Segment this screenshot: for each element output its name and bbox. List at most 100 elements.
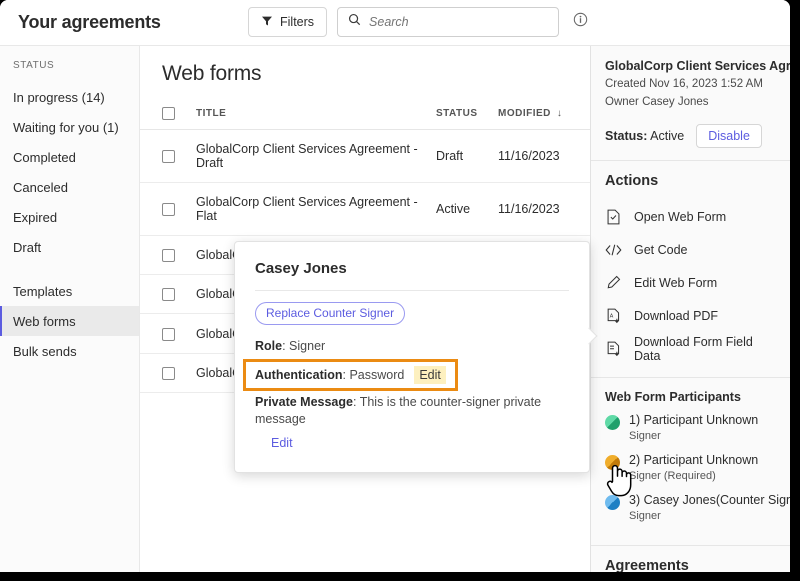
sidebar-item-label: Waiting for you (1) [13,120,119,135]
code-brackets-icon [605,243,622,257]
popup-message-colon: : [353,395,360,409]
edit-private-message-link[interactable]: Edit [271,436,293,450]
search-input[interactable] [369,15,548,29]
status-row: Status: Active Disable [605,124,776,148]
magnifier-icon [348,13,361,31]
action-label: Download PDF [634,309,718,323]
row-title: GlobalCorp Client Services Agreement - F… [196,183,436,236]
document-created: Created Nov 16, 2023 1:52 AM [605,77,776,92]
participant-color-dot [605,495,620,510]
details-panel: GlobalCorp Client Services Agreement Cre… [590,46,790,572]
select-all-header [140,100,196,130]
popup-auth-value: Password [349,368,404,382]
sidebar-item-bulk-sends[interactable]: Bulk sends [0,336,139,366]
row-checkbox[interactable] [162,288,175,301]
edit-authentication-link[interactable]: Edit [414,366,446,384]
participant-row-2[interactable]: 2) Participant Unknown Signer (Required) [605,453,776,484]
funnel-icon [261,15,273,30]
document-owner: Owner Casey Jones [605,95,776,110]
sidebar: STATUS In progress (14) Waiting for you … [0,46,140,572]
section-title: Web forms [140,62,590,100]
action-download-pdf[interactable]: A Download PDF [605,299,776,332]
sidebar-item-label: Web forms [13,314,76,329]
sidebar-item-templates[interactable]: Templates [0,276,139,306]
action-label: Open Web Form [634,210,726,224]
row-select-cell [140,130,196,183]
popup-message-label: Private Message [255,395,353,409]
disable-button[interactable]: Disable [696,124,762,148]
status-text: Status: Active [605,129,684,143]
sidebar-divider-gap [0,262,139,276]
body-region: STATUS In progress (14) Waiting for you … [0,46,790,572]
row-select-cell [140,314,196,353]
action-get-code[interactable]: Get Code [605,233,776,266]
sidebar-item-web-forms[interactable]: Web forms [0,306,139,336]
row-checkbox[interactable] [162,203,175,216]
participant-row-3[interactable]: 3) Casey Jones(Counter Signer) Signer [605,493,776,524]
sidebar-item-canceled[interactable]: Canceled [0,172,139,202]
participant-detail-popup: Casey Jones Replace Counter Signer Role:… [234,241,590,473]
replace-counter-signer-button[interactable]: Replace Counter Signer [255,302,405,325]
participant-role: Signer [629,509,790,524]
sort-descending-icon: ↓ [557,108,563,119]
participant-row-1[interactable]: 1) Participant Unknown Signer [605,413,776,444]
popup-auth-label: Authentication [255,368,343,382]
search-box[interactable] [337,7,559,37]
action-download-form-field-data[interactable]: Download Form Field Data [605,332,776,365]
sidebar-item-label: Canceled [13,180,68,195]
popup-authentication-row: Authentication: Password Edit [255,366,446,384]
participant-name: 1) Participant Unknown [629,413,758,428]
sidebar-item-in-progress[interactable]: In progress (14) [0,82,139,112]
agreements-heading: Agreements [605,558,776,572]
sidebar-item-label: Completed [13,150,76,165]
filters-label: Filters [280,15,314,29]
participant-color-dot [605,415,620,430]
popup-private-message-row: Private Message: This is the counter-sig… [255,394,569,428]
sidebar-item-label: Templates [13,284,72,299]
sidebar-item-draft[interactable]: Draft [0,232,139,262]
main-content: Web forms TITLE STATUS MODIFIED ↓ [140,46,590,572]
table-row[interactable]: GlobalCorp Client Services Agreement - D… [140,130,590,183]
row-checkbox[interactable] [162,150,175,163]
pencil-icon [605,275,622,290]
row-checkbox[interactable] [162,367,175,380]
document-summary-section: GlobalCorp Client Services Agreement Cre… [591,46,790,161]
column-header-modified[interactable]: MODIFIED ↓ [498,100,590,130]
row-checkbox[interactable] [162,328,175,341]
document-check-icon [605,209,622,225]
status-label: Status: [605,129,647,143]
participant-info: 3) Casey Jones(Counter Signer) Signer [629,493,790,524]
column-header-title[interactable]: TITLE [196,100,436,130]
row-modified: 11/16/2023 [498,183,590,236]
select-all-checkbox[interactable] [162,107,175,120]
sidebar-item-completed[interactable]: Completed [0,142,139,172]
participant-info: 2) Participant Unknown Signer (Required) [629,453,758,484]
sidebar-item-label: Draft [13,240,41,255]
row-checkbox[interactable] [162,249,175,262]
status-value: Active [650,129,684,143]
page-title: Your agreements [18,12,161,33]
sidebar-item-waiting-for-you[interactable]: Waiting for you (1) [0,112,139,142]
info-circle-icon[interactable] [573,12,588,32]
sidebar-section-label: STATUS [0,60,139,82]
participant-name: 2) Participant Unknown [629,453,758,468]
row-status: Active [436,183,498,236]
sidebar-item-label: In progress (14) [13,90,105,105]
filters-button[interactable]: Filters [248,7,327,37]
column-header-status[interactable]: STATUS [436,100,498,130]
action-label: Get Code [634,243,688,257]
popup-role-colon: : [282,339,289,353]
row-select-cell [140,183,196,236]
sidebar-item-label: Bulk sends [13,344,77,359]
action-open-web-form[interactable]: Open Web Form [605,200,776,233]
popup-role-value: Signer [289,339,325,353]
row-title: GlobalCorp Client Services Agreement - D… [196,130,436,183]
table-row[interactable]: GlobalCorp Client Services Agreement - F… [140,183,590,236]
sidebar-item-expired[interactable]: Expired [0,202,139,232]
row-select-cell [140,275,196,314]
column-header-modified-label: MODIFIED [498,108,551,119]
form-download-icon [605,341,622,357]
document-title: GlobalCorp Client Services Agreement [605,58,776,74]
action-edit-web-form[interactable]: Edit Web Form [605,266,776,299]
action-label: Edit Web Form [634,276,717,290]
